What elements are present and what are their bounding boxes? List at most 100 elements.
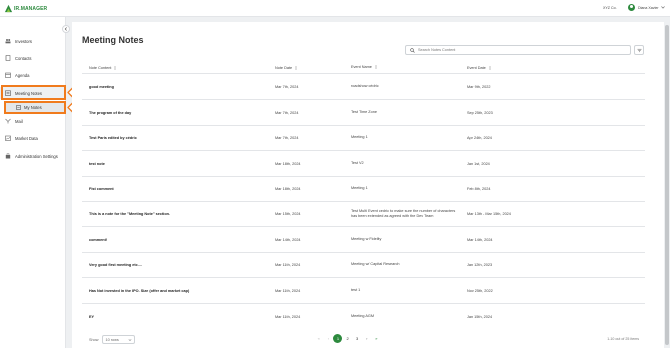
column-header-event-name[interactable]: Event Name [351,65,467,70]
user-menu[interactable]: Diana Xavier [628,4,665,11]
last-page-button[interactable]: » [372,334,381,343]
event-date-cell: Nov 25th, 2022 [467,288,493,293]
settings-icon [5,153,11,159]
note-content-cell: Fist comment [89,187,114,191]
sidebar-item-mail[interactable]: Mail [0,115,66,127]
note-date-cell: Mar 15th, 2024 [275,212,301,216]
sidebar-item-label: Administration Settings [15,153,58,159]
event-date-cell: Sep 25th, 2023 [467,110,493,115]
event-name-cell: Meeting 1 [351,135,368,140]
event-date-cell: Jan 12th, 2023 [467,263,493,267]
sidebar: Investors Contacts Agenda Meeting Notes … [0,17,66,348]
app-logo[interactable]: IR.MANAGER [4,3,47,14]
mail-icon [5,118,11,124]
note-content-cell: EY [89,314,95,319]
event-date-cell: Jan 15th, 2024 [467,314,493,319]
rows-per-page-select[interactable]: 10 rows [101,335,135,344]
event-name-cell: Test V2 [351,160,364,165]
pagination: « ‹ 1 2 3 › » [314,334,381,343]
note-content-cell: The program of the day [89,110,132,115]
sort-icon [114,66,117,70]
sidebar-item-label: Market Data [15,135,38,141]
table-row[interactable]: good meeting Mar 7th, 2024 roadshow cédr… [82,74,645,100]
scrollbar-thumb[interactable] [665,25,669,345]
table-footer: Show 10 rows « ‹ 1 2 3 › » 1-10 out of 2… [82,333,645,346]
event-date-cell: Jan 1st, 2024 [467,161,490,166]
search-input[interactable] [418,48,618,52]
table-row[interactable]: test note Mar 18th, 2024 Test V2 Jan 1st… [82,151,645,177]
avatar [628,4,635,11]
logo-leaf-icon [4,4,13,13]
page-scrollbar[interactable] [664,22,670,348]
sidebar-item-label: Agenda [15,72,30,78]
event-date-cell: Mar 14th, 2024 [467,237,493,242]
main-panel: Meeting Notes Note Content Note Date Eve… [72,22,664,348]
sort-icon [374,65,378,70]
event-date-cell: Mar 13th - Mar 15th, 2024 [467,212,511,216]
search-icon [410,47,415,53]
table-row[interactable]: Has Not invested in the IPO. Size (offer… [82,278,645,304]
table-row[interactable]: comment! Mar 14th, 2024 Meeting w Fideli… [82,227,645,253]
page-title: Meeting Notes [82,35,144,45]
highlight-box-meeting-notes [1,85,66,100]
page-button-3[interactable]: 3 [353,334,362,343]
people-icon [5,39,11,44]
event-name-cell: roadshow cédric [351,83,379,88]
event-date-cell: Mar 9th, 2022 [467,84,491,89]
note-date-cell: Mar 11th, 2024 [275,288,301,293]
filter-button[interactable] [634,45,644,55]
highlight-box-my-notes [4,101,66,114]
note-content-cell: good meeting [89,84,114,89]
note-content-cell: test note [89,161,105,166]
event-date-cell: Feb 8th, 2024 [467,187,491,191]
table-row[interactable]: This is a note for the "Meeting Note" se… [82,202,645,227]
note-content-cell: This is a note for the "Meeting Note" se… [89,212,171,216]
column-header-note-date[interactable]: Note Date [275,66,351,70]
note-date-cell: Mar 18th, 2024 [275,161,301,166]
note-date-cell: Mar 18th, 2024 [275,187,301,191]
filter-icon [637,48,641,52]
user-name: Diana Xavier [638,5,659,10]
sidebar-item-agenda[interactable]: Agenda [0,69,66,81]
table-row[interactable]: The program of the day Mar 7th, 2024 Tes… [82,100,645,126]
previous-page-button[interactable]: ‹ [324,334,333,343]
chevron-left-icon [64,27,67,31]
event-name-cell: Meeting w/ Capital Research [351,262,400,267]
table-row[interactable]: Test Paris edited by cédric Mar 7th, 202… [82,126,645,151]
sidebar-item-investors[interactable]: Investors [0,35,66,47]
event-name-cell: Meeting w Fidelity [351,236,382,241]
top-bar: IR.MANAGER XYZ Co. Diana Xavier [0,0,670,17]
column-header-note-content[interactable]: Note Content [82,66,275,70]
sidebar-item-label: Investors [15,38,32,44]
chevron-down-icon [660,6,665,9]
table-row[interactable]: Very good first meeting etc.... Mar 11th… [82,253,645,278]
note-date-cell: Mar 7th, 2024 [275,110,299,115]
note-content-cell: Has Not invested in the IPO. Size (offer… [89,288,190,293]
event-name-cell: Test Time Zone [351,109,377,114]
note-content-cell: Test Paris edited by cédric [89,136,137,140]
calendar-icon [5,72,11,78]
next-page-button[interactable]: › [362,334,371,343]
notes-table: Note Content Note Date Event Name Event … [82,63,645,329]
logo-text: IR.MANAGER [14,5,48,12]
note-date-cell: Mar 11th, 2024 [275,263,301,267]
sidebar-item-market-data[interactable]: Market Data [0,132,66,144]
page-button-1[interactable]: 1 [333,334,343,343]
page-button-2[interactable]: 2 [343,334,352,343]
note-content-cell: Very good first meeting etc.... [89,263,142,267]
rows-per-page-value: 10 rows [105,337,119,342]
search-box[interactable] [405,45,631,55]
table-row[interactable]: EY Mar 11th, 2024 Meeting AGM Jan 15th, … [82,304,645,329]
event-name-cell: Test Multi Event cedric to make sure the… [351,208,456,218]
first-page-button[interactable]: « [314,334,323,343]
event-name-cell: test 1 [351,287,361,292]
sidebar-item-label: Mail [15,118,23,124]
sidebar-item-contacts[interactable]: Contacts [0,52,66,64]
sidebar-collapse-button[interactable] [62,25,70,33]
company-name[interactable]: XYZ Co. [603,6,617,10]
sort-icon [294,66,298,70]
show-label: Show [89,337,99,342]
sidebar-item-administration-settings[interactable]: Administration Settings [0,150,66,162]
column-header-event-date[interactable]: Event Date [467,66,645,70]
table-row[interactable]: Fist comment Mar 18th, 2024 Meeting 1 Fe… [82,177,645,202]
